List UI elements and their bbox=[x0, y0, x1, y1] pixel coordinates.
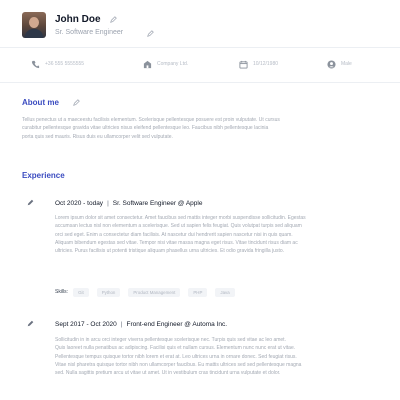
avatar-shirt bbox=[25, 29, 43, 38]
contact-phone-text: +36 555 5555555 bbox=[45, 61, 85, 67]
about-line: porta quis sed mauris. Risus duis eu ull… bbox=[22, 133, 173, 140]
job-1-period: Oct 2020 - today bbox=[55, 200, 104, 207]
about-text: Tellus penectus ut a maeceestu facilisis… bbox=[22, 116, 400, 141]
job-2-line: Vitae nisl pharetra quisque tortor nibh … bbox=[55, 361, 302, 368]
calendar-icon bbox=[239, 60, 248, 69]
avatar-face bbox=[29, 17, 39, 28]
job-2-line: Quis laoreet nulla penatibus ac adipisci… bbox=[55, 345, 296, 352]
job-2-header: Sept 2017 - Oct 2020 | Front-end Engineer … bbox=[55, 321, 227, 328]
about-line: curabitur pellentesque gravida vitae ult… bbox=[22, 125, 269, 132]
skill-chip[interactable]: PHP bbox=[188, 287, 208, 297]
job-1-line: accumsan lectus nisl non elementum a sce… bbox=[55, 223, 302, 230]
skill-chip[interactable]: Java bbox=[215, 287, 235, 297]
skill-chip[interactable]: Product Management bbox=[128, 287, 181, 297]
job-1-separator: | bbox=[107, 200, 109, 207]
contact-location-text: Company Ltd. bbox=[157, 61, 189, 67]
edit-title-pencil-icon[interactable] bbox=[147, 30, 154, 37]
contact-phone[interactable]: +36 555 5555555 bbox=[31, 57, 84, 71]
contact-divider bbox=[0, 82, 400, 83]
profile-header: John Doe Sr. Software Engineer bbox=[22, 12, 400, 42]
edit-name-pencil-icon[interactable] bbox=[110, 16, 117, 23]
job-2-line: Pellentesque tempus quisque tortor nibh … bbox=[55, 353, 297, 360]
job-1-description: Lorem ipsum dolor sit amet consectetur. … bbox=[55, 214, 400, 255]
skill-chip[interactable]: Python bbox=[96, 287, 121, 297]
contact-gender[interactable]: Male bbox=[327, 57, 352, 71]
job-1-line: ultricies. Purus facilisis ut potenti tr… bbox=[55, 248, 284, 255]
profile-title: Sr. Software Engineer bbox=[55, 29, 124, 36]
experience-heading: Experience bbox=[22, 171, 65, 180]
user-icon bbox=[327, 59, 336, 69]
skill-chip[interactable]: Git bbox=[73, 287, 89, 297]
skills-label: Skills: bbox=[55, 289, 69, 295]
job-2-description: Sollicitudin in in arcu orci integer viv… bbox=[55, 336, 400, 394]
job-1-line: Aliquam bibendum egestas sed vitae. Temp… bbox=[55, 239, 298, 246]
job-1-skills: Skills: Git Python Product Management PH… bbox=[55, 286, 243, 298]
edit-job-1-pencil-icon[interactable] bbox=[27, 199, 34, 206]
building-icon bbox=[143, 60, 152, 69]
about-heading: About me bbox=[22, 98, 59, 107]
job-2-line: sed. Nulla sagittis pretium arcu ut vita… bbox=[55, 370, 281, 377]
contact-date[interactable]: 10/12/1980 bbox=[239, 57, 278, 71]
job-1-header: Oct 2020 - today | Sr. Software Engineer @… bbox=[55, 200, 202, 207]
avatar[interactable] bbox=[22, 12, 46, 38]
job-2-period: Sept 2017 - Oct 2020 bbox=[55, 321, 117, 328]
job-2-role: Front-end Engineer @ Automa Inc. bbox=[126, 321, 228, 328]
job-2-separator: | bbox=[120, 321, 123, 328]
job-1-line: Lorem ipsum dolor sit amet consectetur. … bbox=[55, 215, 306, 221]
job-1-role: Sr. Software Engineer @ Apple bbox=[112, 200, 203, 207]
job-1-line: orci sed eget. Enim a consectetur diam f… bbox=[55, 231, 293, 238]
contact-row: +36 555 5555555 Company Ltd. 10/12/1980 … bbox=[22, 57, 400, 71]
job-2-line: Sollicitudin in in arcu orci integer viv… bbox=[55, 337, 286, 343]
contact-date-text: 10/12/1980 bbox=[253, 61, 279, 67]
phone-icon bbox=[31, 60, 40, 69]
edit-job-2-pencil-icon[interactable] bbox=[27, 320, 34, 327]
profile-name: John Doe bbox=[55, 14, 101, 25]
contact-gender-text: Male bbox=[341, 61, 352, 67]
contact-location[interactable]: Company Ltd. bbox=[143, 57, 188, 71]
about-line: Tellus penectus ut a maeceestu facilisis… bbox=[22, 117, 280, 123]
edit-about-pencil-icon[interactable] bbox=[73, 99, 80, 106]
header-divider bbox=[0, 47, 400, 48]
